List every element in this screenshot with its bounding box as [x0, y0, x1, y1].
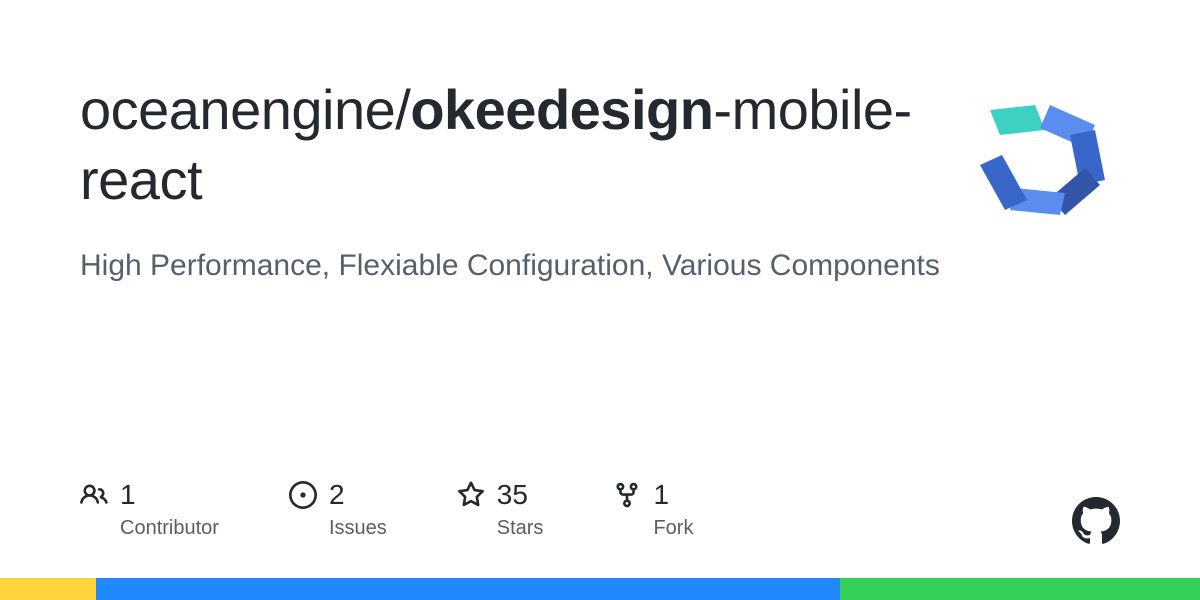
language-bar [0, 578, 1200, 600]
forks-label: Fork [653, 517, 693, 540]
issues-count: 2 [329, 479, 345, 511]
repo-title: oceanengine/okeedesign-mobile-react [80, 75, 940, 215]
github-logo-icon [1072, 497, 1120, 545]
stat-forks[interactable]: 1 Fork [613, 479, 693, 540]
repo-logo [960, 80, 1120, 240]
forks-count: 1 [653, 479, 669, 511]
repo-stats: 1 Contributor 2 Issues 35 Stars 1 Fork [80, 479, 693, 540]
star-icon [457, 481, 485, 509]
repo-description: High Performance, Flexiable Configuratio… [80, 243, 940, 288]
repo-name-bold[interactable]: okeedesign [410, 78, 713, 141]
stat-issues[interactable]: 2 Issues [289, 479, 387, 540]
stat-stars[interactable]: 35 Stars [457, 479, 544, 540]
language-segment-1 [0, 578, 96, 600]
separator: / [395, 78, 410, 141]
issues-label: Issues [329, 517, 387, 540]
contributors-count: 1 [120, 479, 136, 511]
fork-icon [613, 481, 641, 509]
contributors-label: Contributor [120, 517, 219, 540]
issue-icon [289, 481, 317, 509]
stars-label: Stars [497, 517, 544, 540]
stars-count: 35 [497, 479, 528, 511]
language-segment-3 [840, 578, 1200, 600]
language-segment-2 [96, 578, 840, 600]
stat-contributors[interactable]: 1 Contributor [80, 479, 219, 540]
repo-owner[interactable]: oceanengine [80, 78, 395, 141]
people-icon [80, 481, 108, 509]
